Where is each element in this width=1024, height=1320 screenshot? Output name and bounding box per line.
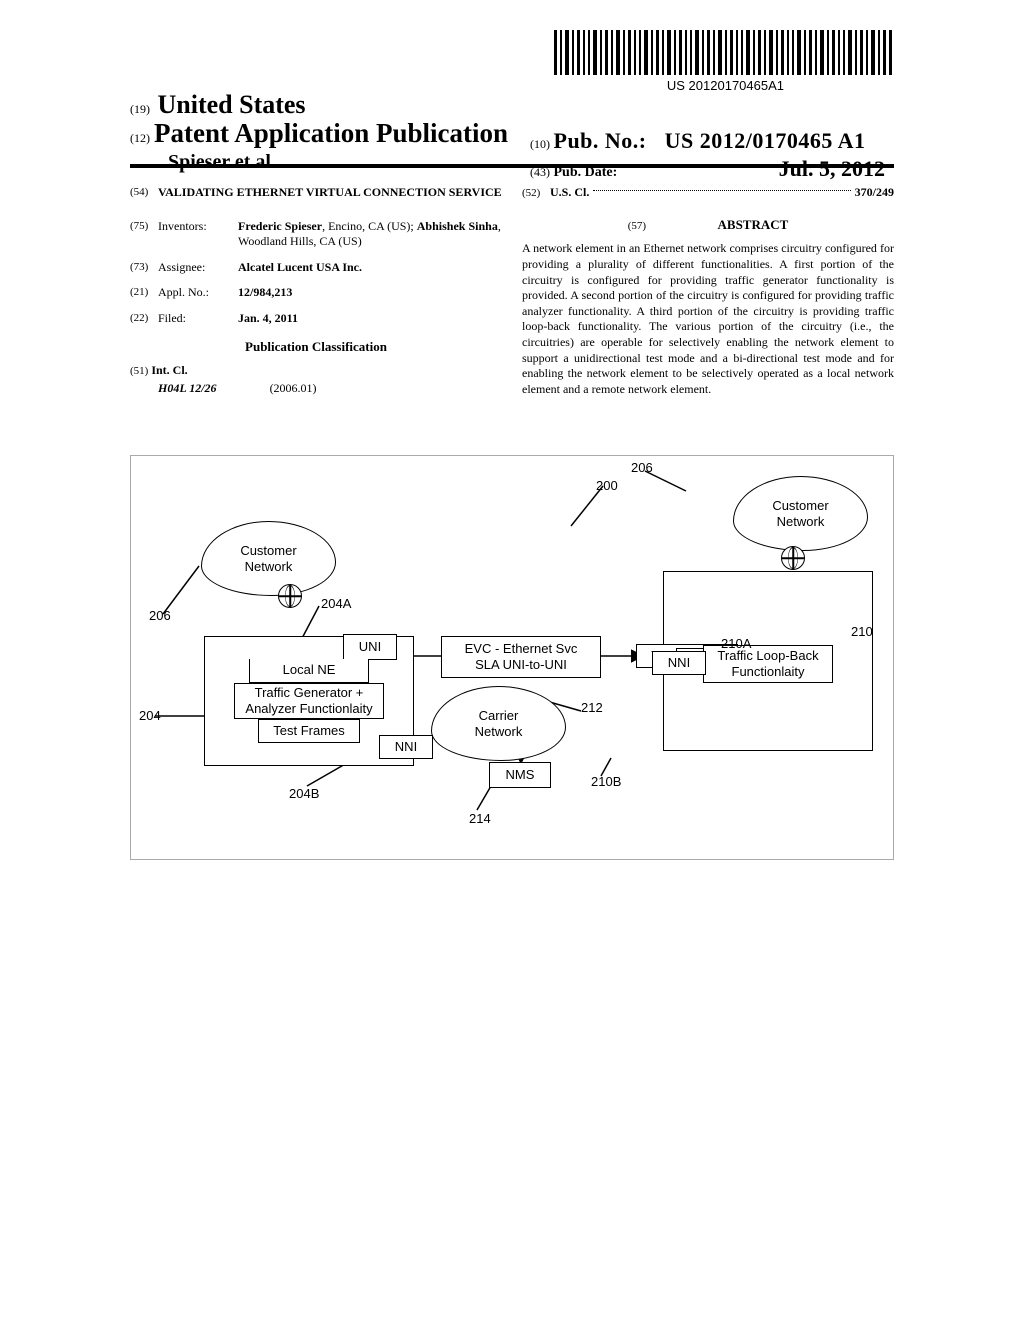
- barcode: [554, 30, 894, 75]
- nni-right: NNI: [652, 651, 706, 675]
- assignee-label: Assignee:: [158, 260, 238, 276]
- carrier-network-cloud: Carrier Network: [431, 686, 566, 761]
- ref-210: 210: [851, 624, 873, 639]
- uni-left: UNI: [343, 634, 397, 660]
- filed-num: (22): [130, 311, 158, 327]
- nms-box: NMS: [489, 762, 551, 788]
- patent-title: VALIDATING ETHERNET VIRTUAL CONNECTION S…: [158, 185, 502, 201]
- ref-204A: 204A: [321, 596, 351, 611]
- inventors-num: (75): [130, 219, 158, 250]
- biblio-section: (54) VALIDATING ETHERNET VIRTUAL CONNECT…: [130, 185, 894, 397]
- figure: Customer Network Customer Network Carrie…: [130, 455, 894, 860]
- ref-200: 200: [596, 478, 618, 493]
- ref-206-left: 206: [149, 608, 171, 623]
- int-cl-date: (2006.01): [270, 381, 317, 395]
- ref-204: 204: [139, 708, 161, 723]
- ref-212: 212: [581, 700, 603, 715]
- header-rule: [130, 164, 894, 168]
- title-num: (54): [130, 185, 158, 201]
- us-cl-dots: [593, 190, 850, 191]
- inventors-value: Frederic Spieser, Encino, CA (US); Abhis…: [238, 219, 502, 250]
- appl-label: Appl. No.:: [158, 285, 238, 301]
- globe-icon-left: [278, 584, 302, 608]
- assignee-num: (73): [130, 260, 158, 276]
- abstract-heading: ABSTRACT: [718, 217, 789, 232]
- customer-network-cloud-right: Customer Network: [733, 476, 868, 551]
- us-cl-num: (52): [522, 186, 550, 200]
- inventors-label: Inventors:: [158, 219, 238, 250]
- document-header: (19) United States (12) Patent Applicati…: [130, 90, 894, 174]
- country-name: United States: [158, 90, 306, 119]
- pub-date: Jul. 5, 2012: [779, 156, 885, 182]
- local-ne-group: UNI Local NE Traffic Generator + Analyze…: [204, 636, 414, 766]
- globe-icon-right: [781, 546, 805, 570]
- nni-left: NNI: [379, 735, 433, 759]
- appl-value: 12/984,213: [238, 285, 502, 301]
- us-cl-label: U.S. Cl.: [550, 185, 589, 201]
- ref-206-right: 206: [631, 460, 653, 475]
- assignee-value: Alcatel Lucent USA Inc.: [238, 260, 502, 276]
- traffic-gen-analyzer-box: Traffic Generator + Analyzer Functionlai…: [234, 683, 384, 719]
- appl-num-num: (21): [130, 285, 158, 301]
- pub-no-num: (10): [530, 137, 550, 151]
- evc-box: EVC - Ethernet Svc SLA UNI-to-UNI: [441, 636, 601, 678]
- ref-214: 214: [469, 811, 491, 826]
- int-cl-label: Int. Cl.: [151, 363, 187, 377]
- pub-type: Patent Application Publication: [154, 118, 508, 149]
- pub-no: US 2012/0170465 A1: [665, 128, 866, 153]
- customer-network-cloud-left: Customer Network: [201, 521, 336, 596]
- local-ne-label: Local NE: [249, 659, 369, 683]
- int-cl-class: H04L 12/26: [158, 381, 217, 395]
- pub-no-label: Pub. No.:: [554, 128, 647, 153]
- remote-ne-group: Test Frames UNI Remote NE Traffic Loop-B…: [663, 571, 873, 751]
- abstract-body: A network element in an Ethernet network…: [522, 241, 894, 397]
- filed-value: Jan. 4, 2011: [238, 311, 502, 327]
- us-cl-value: 370/249: [855, 185, 894, 201]
- ref-204B: 204B: [289, 786, 319, 801]
- ref-210B: 210B: [591, 774, 621, 789]
- filed-label: Filed:: [158, 311, 238, 327]
- ref-210A: 210A: [721, 636, 751, 651]
- abstract-num: (57): [628, 220, 646, 232]
- pub-class-heading: Publication Classification: [130, 339, 502, 356]
- test-frames-left: Test Frames: [258, 719, 360, 743]
- pub-type-num: (12): [130, 131, 150, 146]
- int-cl-num: (51): [130, 365, 148, 377]
- country-code-num: (19): [130, 102, 150, 116]
